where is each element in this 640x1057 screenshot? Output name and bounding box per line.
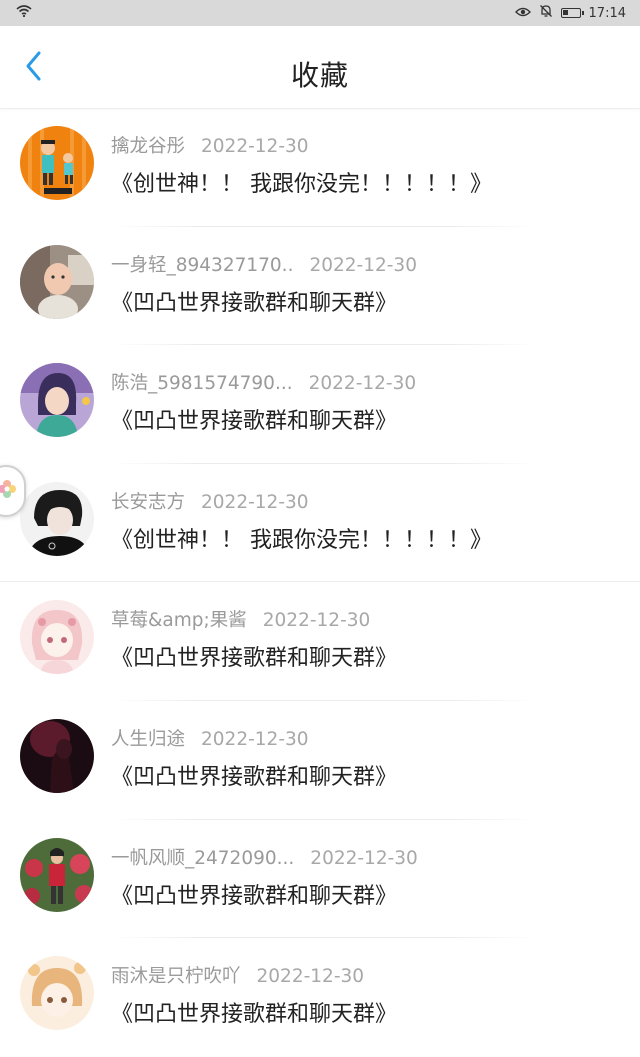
status-time: 17:14 (588, 5, 626, 21)
post-date: 2022-12-30 (256, 966, 365, 988)
post-date: 2022-12-30 (201, 728, 309, 750)
user-name: 草莓&amp;果酱 (111, 610, 247, 632)
favorites-list: 擒龙谷彤 2022-12-30 《创世神！！ 我跟你没完！！！！！》 一身轻_89… (0, 108, 640, 1057)
user-name: 长安志方 (111, 491, 186, 513)
avatar[interactable] (20, 718, 94, 793)
avatar[interactable] (20, 956, 94, 1031)
message-text: 《凹凸世界接歌群和聊天群》 (111, 1002, 398, 1028)
eye-icon (514, 6, 531, 21)
post-date: 2022-12-30 (262, 610, 371, 632)
status-bar: 17:14 (0, 0, 640, 26)
user-name: 擒龙谷彤 (111, 136, 186, 157)
post-date: 2022-12-30 (201, 136, 309, 157)
list-item[interactable]: 长安志方 2022-12-30 《创世神！！ 我跟你没完！！！！！》 (0, 464, 640, 583)
wifi-icon (16, 5, 32, 21)
user-name: 一帆风顺_2472090... (111, 847, 295, 869)
message-text: 《凹凸世界接歌群和聊天群》 (111, 290, 398, 316)
message-text: 《凹凸世界接歌群和聊天群》 (111, 883, 398, 909)
page-title: 收藏 (290, 59, 349, 92)
user-name: 陈浩_5981574790... (111, 373, 293, 395)
mute-bell-icon (539, 4, 553, 22)
user-name: 人生归途 (111, 728, 186, 750)
avatar[interactable] (20, 363, 94, 438)
list-item[interactable]: 人生归途 2022-12-30 《凹凸世界接歌群和聊天群》 (0, 701, 640, 820)
user-name: 一身轻_894327170.. (111, 254, 294, 276)
list-item[interactable]: 雨沐是只柠吹吖 2022-12-30 《凹凸世界接歌群和聊天群》 (0, 938, 640, 1057)
avatar[interactable] (20, 244, 94, 319)
post-date: 2022-12-30 (309, 254, 417, 276)
message-text: 《创世神！！ 我跟你没完！！！！！》 (111, 527, 492, 553)
message-text: 《创世神！！ 我跟你没完！！！！！》 (111, 172, 492, 197)
avatar[interactable] (20, 481, 94, 556)
list-item[interactable]: 擒龙谷彤 2022-12-30 《创世神！！ 我跟你没完！！！！！》 (0, 108, 640, 227)
post-date: 2022-12-30 (201, 491, 309, 513)
header-bar: 收藏 (0, 26, 640, 109)
post-date: 2022-12-30 (310, 847, 418, 869)
avatar[interactable] (20, 837, 94, 912)
user-name: 雨沐是只柠吹吖 (111, 966, 241, 988)
flower-icon (0, 478, 18, 504)
list-item[interactable]: 一帆风顺_2472090... 2022-12-30 《凹凸世界接歌群和聊天群》 (0, 820, 640, 939)
post-date: 2022-12-30 (308, 373, 417, 395)
message-text: 《凹凸世界接歌群和聊天群》 (111, 646, 398, 672)
avatar[interactable] (20, 600, 94, 675)
message-text: 《凹凸世界接歌群和聊天群》 (111, 409, 398, 435)
list-item[interactable]: 一身轻_894327170.. 2022-12-30 《凹凸世界接歌群和聊天群》 (0, 227, 640, 346)
list-item[interactable]: 陈浩_5981574790... 2022-12-30 《凹凸世界接歌群和聊天群》 (0, 345, 640, 464)
battery-icon (560, 8, 584, 18)
message-text: 《凹凸世界接歌群和聊天群》 (111, 764, 398, 790)
list-item[interactable]: 草莓&amp;果酱 2022-12-30 《凹凸世界接歌群和聊天群》 (0, 582, 640, 701)
avatar[interactable] (20, 126, 94, 200)
